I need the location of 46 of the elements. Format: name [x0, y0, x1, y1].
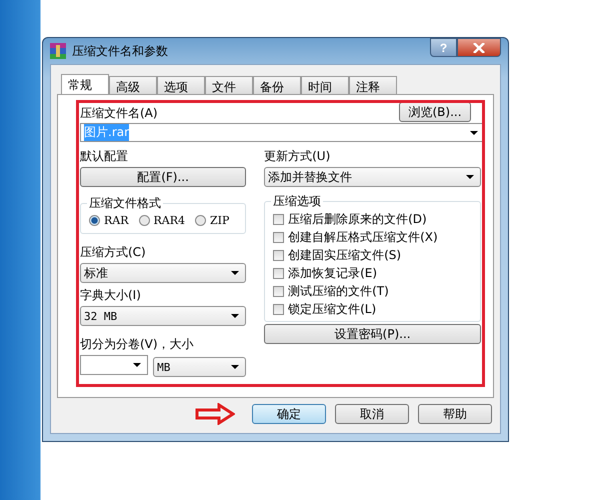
close-icon	[473, 42, 485, 52]
checkbox-option[interactable]: 压缩后删除原来的文件(D)	[273, 210, 474, 228]
dropdown-arrow-icon	[231, 314, 240, 318]
tab[interactable]: 注释	[349, 76, 397, 94]
checkbox-option[interactable]: 锁定压缩文件(L)	[273, 300, 474, 318]
tab[interactable]: 文件	[205, 76, 253, 94]
radio-option[interactable]: RAR	[89, 214, 129, 227]
dictionary-dropdown[interactable]: 32 MB	[80, 306, 246, 326]
update-mode-dropdown[interactable]: 添加并替换文件	[264, 167, 481, 187]
field-label: 压缩文件名(A)	[80, 105, 158, 122]
dropdown-arrow-icon	[231, 271, 240, 275]
profiles-button[interactable]: 配置(F)...	[80, 167, 246, 187]
right-arrow-icon	[195, 403, 235, 425]
field-label: 默认配置	[80, 148, 129, 165]
group-title: 压缩文件格式	[87, 195, 163, 212]
checkbox-option[interactable]: 添加恢复记录(E)	[273, 264, 474, 282]
tab[interactable]: 时间	[301, 76, 349, 94]
method-dropdown[interactable]: 标准	[80, 263, 246, 283]
field-label: 压缩方式(C)	[80, 244, 147, 261]
field-label: 更新方式(U)	[264, 148, 332, 165]
dropdown-arrow-icon	[133, 363, 142, 367]
tab[interactable]: 选项	[157, 76, 205, 94]
dropdown-arrow-icon	[231, 365, 240, 369]
field-label: 切分为分卷(V)，大小	[80, 336, 195, 353]
set-password-button[interactable]: 设置密码(P)...	[264, 324, 481, 344]
dialog-button[interactable]: 取消	[335, 404, 409, 424]
tab[interactable]: 常规	[61, 74, 109, 95]
checkbox-option[interactable]: 测试压缩的文件(T)	[273, 282, 474, 300]
dialog-button[interactable]: 帮助	[418, 404, 492, 424]
radio-option[interactable]: RAR4	[138, 214, 186, 227]
checkbox-option[interactable]: 创建自解压格式压缩文件(X)	[273, 228, 474, 246]
archive-app-icon	[50, 43, 66, 59]
dropdown-arrow-icon	[466, 175, 474, 179]
tab[interactable]: 高级	[109, 76, 157, 94]
close-button[interactable]	[457, 38, 501, 57]
unit-dropdown[interactable]: MB	[153, 357, 246, 377]
dialog-button[interactable]: 确定	[252, 404, 326, 424]
dropdown-arrow-icon	[470, 130, 478, 134]
window-title: 压缩文件名和参数	[72, 42, 168, 60]
field-label: 字典大小(I)	[80, 287, 142, 304]
browse-button[interactable]: 浏览(B)...	[399, 102, 471, 122]
checkbox-option[interactable]: 创建固实压缩文件(S)	[273, 246, 474, 264]
volume-size-field[interactable]	[80, 355, 148, 375]
group-title: 压缩选项	[271, 193, 324, 210]
radio-option[interactable]: ZIP	[195, 214, 230, 227]
tab[interactable]: 备份	[253, 76, 301, 94]
